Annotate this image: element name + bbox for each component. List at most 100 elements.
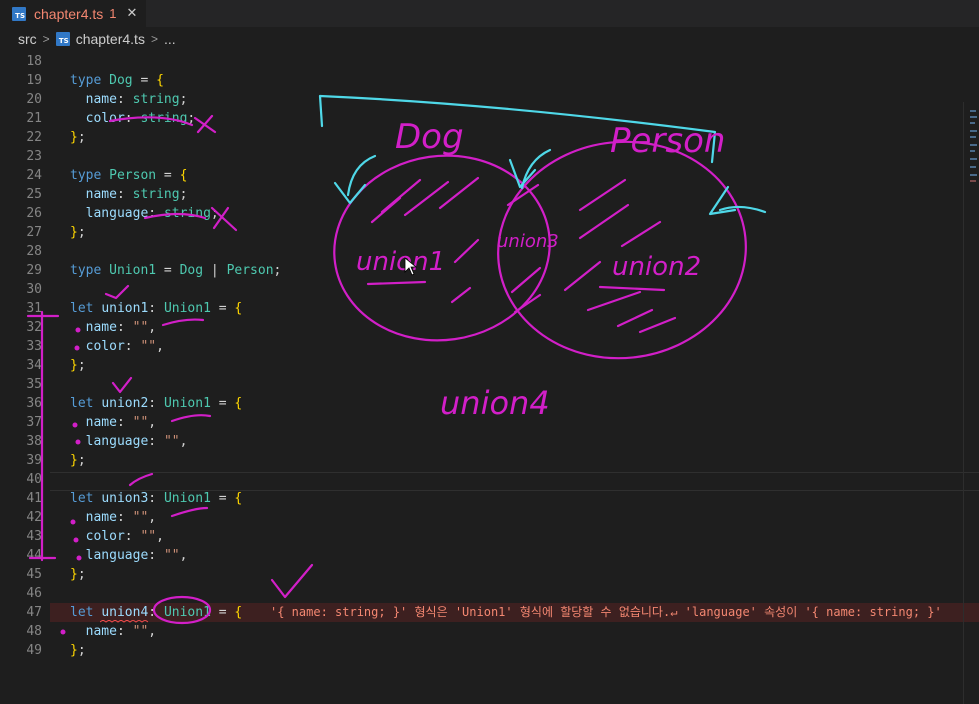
code-token: , xyxy=(156,529,164,544)
code-token: = xyxy=(156,168,180,183)
code-line[interactable]: 32 name: "", xyxy=(0,318,979,337)
code-text: color: "", xyxy=(70,527,164,546)
code-line[interactable]: 45}; xyxy=(0,565,979,584)
code-token: : xyxy=(148,434,164,449)
code-line[interactable]: 48 name: "", xyxy=(0,622,979,641)
code-line[interactable]: 39}; xyxy=(0,451,979,470)
line-number: 37 xyxy=(26,415,42,430)
code-line[interactable]: 31 let union1: Union1 = { xyxy=(0,299,979,318)
code-token: = xyxy=(210,605,235,620)
code-editor[interactable]: 18 19 type Dog = {20 name: string; 21 color… xyxy=(0,51,979,704)
code-line[interactable]: 40 xyxy=(0,470,979,489)
code-token: "" xyxy=(132,320,149,335)
code-line[interactable]: 30 xyxy=(0,280,979,299)
code-line[interactable]: 43 color: "", xyxy=(0,527,979,546)
line-number: 48 xyxy=(26,624,42,639)
code-line[interactable]: 25 name: string; xyxy=(0,185,979,204)
code-line[interactable]: 27}; xyxy=(0,223,979,242)
code-token: : xyxy=(148,301,164,316)
minimap-preview xyxy=(970,110,977,182)
code-token: : xyxy=(124,111,141,126)
code-token: Dog xyxy=(109,73,133,88)
code-line[interactable]: 20 name: string; xyxy=(0,90,979,109)
code-token: string xyxy=(163,206,211,221)
line-number: 42 xyxy=(26,510,42,525)
code-line[interactable]: 33 color: "", xyxy=(0,337,979,356)
code-token: "" xyxy=(163,434,180,449)
code-token: , xyxy=(148,510,157,525)
close-icon[interactable]: ✕ xyxy=(127,6,138,21)
code-line[interactable]: 37 name: "", xyxy=(0,413,979,432)
code-token: language xyxy=(85,434,149,449)
line-number: 32 xyxy=(26,320,42,335)
code-line[interactable]: 21 color: string; xyxy=(0,109,979,128)
line-number: 44 xyxy=(26,548,42,563)
code-line[interactable]: 36 let union2: Union1 = { xyxy=(0,394,979,413)
code-token: : xyxy=(148,396,164,411)
breadcrumb-folder[interactable]: src xyxy=(18,31,37,47)
code-text: name: string; xyxy=(70,185,188,204)
code-line[interactable]: 42 name: "", xyxy=(0,508,979,527)
code-line[interactable]: 49}; xyxy=(0,641,979,660)
code-token: { xyxy=(234,605,243,620)
breadcrumb-more[interactable]: ... xyxy=(164,31,176,47)
code-token: } xyxy=(70,130,78,145)
line-number: 46 xyxy=(26,586,42,601)
code-line[interactable]: 28 xyxy=(0,242,979,261)
minimap[interactable] xyxy=(963,102,979,704)
code-line[interactable]: 18 xyxy=(0,52,979,71)
code-token: name xyxy=(85,320,117,335)
line-number: 49 xyxy=(26,643,42,658)
code-line[interactable]: 23 xyxy=(0,147,979,166)
code-line[interactable]: 46 xyxy=(0,584,979,603)
code-line[interactable]: 44 language: "", xyxy=(0,546,979,565)
line-number: 47 xyxy=(26,605,42,620)
code-token: Person xyxy=(226,263,274,278)
tab-filename: chapter4.ts xyxy=(34,5,104,22)
code-token: language xyxy=(85,206,149,221)
code-line[interactable]: 41 let union3: Union1 = { xyxy=(0,489,979,508)
code-token: "" xyxy=(132,510,149,525)
code-token: string xyxy=(132,187,180,202)
line-number: 19 xyxy=(26,73,42,88)
code-token: name xyxy=(85,415,117,430)
code-text: }; xyxy=(70,565,86,584)
code-text: type Union1 = Dog | Person; xyxy=(70,261,281,280)
code-line[interactable]: 35 xyxy=(0,375,979,394)
line-number: 28 xyxy=(26,244,42,259)
inline-error-message: '{ name: string; }' 형식은 'Union1' 형식에 할당할… xyxy=(270,605,942,619)
code-token: union1 xyxy=(101,301,149,316)
line-number: 24 xyxy=(26,168,42,183)
code-line[interactable]: 22}; xyxy=(0,128,979,147)
code-token: } xyxy=(70,453,78,468)
tab-chapter4[interactable]: TS chapter4.ts 1 ✕ xyxy=(0,0,146,27)
code-token: { xyxy=(156,73,164,88)
tab-bar: TS chapter4.ts 1 ✕ xyxy=(0,0,979,27)
code-line[interactable]: 29 type Union1 = Dog | Person; xyxy=(0,261,979,280)
code-token: string xyxy=(140,111,188,126)
code-token: { xyxy=(234,301,243,316)
code-token: union2 xyxy=(101,396,149,411)
line-number: 22 xyxy=(26,130,42,145)
code-token: , xyxy=(156,339,164,354)
code-line[interactable]: 34}; xyxy=(0,356,979,375)
code-line[interactable]: 19 type Dog = { xyxy=(0,71,979,90)
code-token: color xyxy=(85,111,125,126)
code-line[interactable]: 38 language: "", xyxy=(0,432,979,451)
code-token: type xyxy=(70,263,110,278)
code-text: }; xyxy=(70,451,86,470)
code-token: let xyxy=(70,396,102,411)
code-line[interactable]: 24 type Person = { xyxy=(0,166,979,185)
code-line[interactable]: 26 language: string; xyxy=(0,204,979,223)
code-token: } xyxy=(70,358,78,373)
code-token: ; xyxy=(77,130,86,145)
breadcrumb-file[interactable]: chapter4.ts xyxy=(76,31,145,47)
line-number: 26 xyxy=(26,206,42,221)
code-token: name xyxy=(85,92,117,107)
code-text: type Person = { xyxy=(70,166,187,185)
